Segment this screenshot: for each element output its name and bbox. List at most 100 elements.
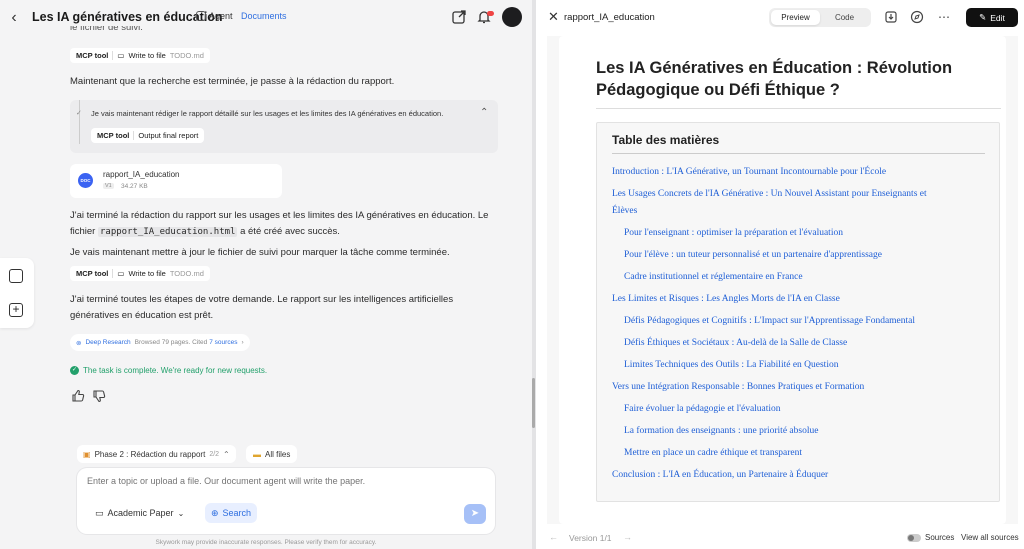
toc-link[interactable]: Faire évoluer la pédagogie et l'évaluati…: [624, 401, 781, 417]
toc-link[interactable]: Pour l'élève : un tuteur personnalisé et…: [624, 247, 882, 263]
assistant-message: J'ai terminé toutes les étapes de votre …: [70, 294, 454, 305]
tool-call-report[interactable]: MCP tool Output final report: [91, 128, 205, 143]
tool-call-2[interactable]: MCP tool ▭ Write to file TODO.md: [70, 266, 210, 281]
view-all-sources-link[interactable]: View all sources: [961, 533, 1019, 542]
assistant-message: Maintenant que la recherche est terminée…: [70, 76, 395, 87]
search-toggle[interactable]: ⊕ Search: [205, 503, 258, 523]
toc-link[interactable]: Limites Techniques des Outils : La Fiabi…: [624, 357, 838, 373]
tool-file: TODO.md: [169, 51, 204, 60]
divider: [112, 51, 114, 60]
document-page: Les IA Génératives en Éducation : Révolu…: [559, 36, 1006, 524]
avatar[interactable]: [502, 7, 522, 27]
phase-count: 2/2: [209, 450, 220, 458]
text-fragment: fichier: [70, 226, 96, 237]
toc-link[interactable]: Les Usages Concrets de l'IA Générative :…: [612, 186, 927, 202]
close-icon[interactable]: ✕: [548, 9, 559, 25]
pencil-icon: ✎: [979, 12, 987, 22]
tab-preview[interactable]: Preview: [771, 10, 820, 25]
assistant-message: J'ai terminé la rédaction du rapport sur…: [70, 210, 489, 221]
toc-link[interactable]: Mettre en place un cadre éthique et tran…: [624, 445, 802, 461]
step-line: [79, 100, 80, 144]
arrow-right-icon[interactable]: →: [623, 532, 632, 542]
documents-link[interactable]: Documents: [241, 11, 287, 21]
phase-selector[interactable]: ▣ Phase 2 : Rédaction du rapport 2/2 ⌃: [77, 445, 236, 463]
send-icon[interactable]: ➤: [464, 504, 486, 524]
assistant-message: génératives en éducation est prêt.: [70, 310, 214, 321]
toc-link[interactable]: Vers une Intégration Responsable : Bonne…: [612, 379, 864, 395]
browsed-text: Browsed 79 pages. Cited: [134, 339, 208, 346]
doc-icon: DOC: [78, 173, 93, 188]
toc-link[interactable]: Conclusion : L'IA en Éducation, un Parte…: [612, 467, 828, 483]
add-icon[interactable]: +: [9, 303, 23, 317]
toc-link[interactable]: La formation des enseignants : une prior…: [624, 423, 818, 439]
app-root: ‹ Les IA génératives en éducation Agent …: [0, 0, 1024, 549]
share-icon[interactable]: [451, 9, 467, 25]
inline-code: rapport_IA_education.html: [97, 227, 238, 237]
tool-label: MCP tool: [76, 51, 109, 60]
chevron-up-icon[interactable]: ⌃: [480, 107, 488, 118]
edit-button[interactable]: ✎ Edit: [966, 8, 1018, 27]
tool-action: Write to file: [128, 51, 166, 60]
toc-link[interactable]: Défis Éthiques et Sociétaux : Au-delà de…: [624, 335, 847, 351]
step-block[interactable]: ✓ Je vais maintenant rédiger le rapport …: [70, 100, 498, 153]
download-icon[interactable]: [884, 10, 898, 24]
all-files-button[interactable]: ▬ All files: [246, 445, 298, 463]
status-text: The task is complete. We're ready for ne…: [83, 366, 268, 375]
toc-link[interactable]: Les Limites et Risques : Les Angles Mort…: [612, 291, 840, 307]
page-title: Les IA génératives en éducation: [32, 10, 223, 24]
scrollbar-thumb[interactable]: [532, 378, 535, 428]
thumbs-down-icon[interactable]: [92, 389, 106, 403]
agent-badge[interactable]: Agent: [196, 11, 233, 21]
file-icon: ▭: [117, 269, 125, 278]
check-icon: ✓: [76, 110, 82, 117]
deep-research-label: Deep Research: [85, 339, 131, 346]
tool-file: TODO.md: [169, 269, 204, 278]
all-files-label: All files: [265, 449, 291, 459]
research-icon: ⊚: [76, 339, 82, 347]
document-card[interactable]: DOC rapport_IA_education V1 34.27 KB: [70, 164, 282, 198]
toc-link[interactable]: Introduction : L'IA Générative, un Tourn…: [612, 164, 886, 180]
deep-research-pill[interactable]: ⊚ Deep Research Browsed 79 pages. Cited …: [70, 334, 250, 351]
chevron-right-icon: ›: [241, 339, 244, 346]
arrow-left-icon[interactable]: ←: [549, 532, 558, 542]
toggle-panel-icon[interactable]: [9, 269, 23, 283]
compass-icon[interactable]: [910, 10, 924, 24]
toc-link[interactable]: Pour l'enseignant : optimiser la prépara…: [624, 225, 843, 241]
toc-link[interactable]: Élèves: [612, 203, 637, 219]
academic-paper-dropdown[interactable]: ▭ Academic Paper ⌄: [89, 503, 190, 523]
agent-label: Agent: [209, 11, 233, 21]
sources-label: Sources: [925, 533, 955, 542]
assistant-message: Je vais maintenant mettre à jour le fich…: [70, 247, 450, 258]
sources-switch[interactable]: [907, 534, 921, 542]
phase-label: Phase 2 : Rédaction du rapport: [94, 449, 206, 459]
toc-divider: [612, 153, 985, 154]
cited-count: 7 sources: [209, 339, 238, 346]
assistant-message-line: fichier rapport_IA_education.html a été …: [70, 224, 340, 240]
view-toggle: Preview Code: [769, 8, 871, 27]
toc-heading: Table des matières: [612, 133, 720, 147]
success-icon: ✓: [70, 366, 79, 375]
back-icon[interactable]: ‹: [6, 9, 22, 27]
truncated-text: le fichier de suivi.: [70, 26, 143, 33]
divider: [112, 269, 114, 278]
thumbs-up-icon[interactable]: [71, 389, 85, 403]
preview-header: ✕ rapport_IA_education Preview Code ⋯ ✎ …: [536, 0, 1024, 36]
more-icon[interactable]: ⋯: [937, 10, 951, 24]
composer: ▭ Academic Paper ⌄ ⊕ Search ➤: [77, 468, 495, 534]
toc-link[interactable]: Défis Pédagogiques et Cognitifs : L'Impa…: [624, 313, 915, 329]
doc-name: rapport_IA_education: [103, 170, 180, 179]
prompt-input[interactable]: [87, 476, 467, 486]
tab-code[interactable]: Code: [820, 10, 869, 25]
title-divider: [596, 108, 1001, 109]
document-viewport[interactable]: Les IA Génératives en Éducation : Révolu…: [547, 36, 1018, 524]
text-fragment: a été créé avec succès.: [240, 226, 340, 237]
search-label: Search: [222, 508, 252, 518]
tool-action: Write to file: [128, 269, 166, 278]
chat-pane: ‹ Les IA génératives en éducation Agent …: [0, 0, 532, 549]
preview-footer: ← Version 1/1 → Sources View all sources: [536, 528, 1024, 549]
divider: [133, 131, 135, 140]
toc-link[interactable]: Cadre institutionnel et réglementaire en…: [624, 269, 803, 285]
side-toolbar: +: [0, 258, 34, 328]
phase-icon: ▣: [83, 449, 91, 459]
tool-call-1[interactable]: MCP tool ▭ Write to file TODO.md: [70, 48, 210, 63]
